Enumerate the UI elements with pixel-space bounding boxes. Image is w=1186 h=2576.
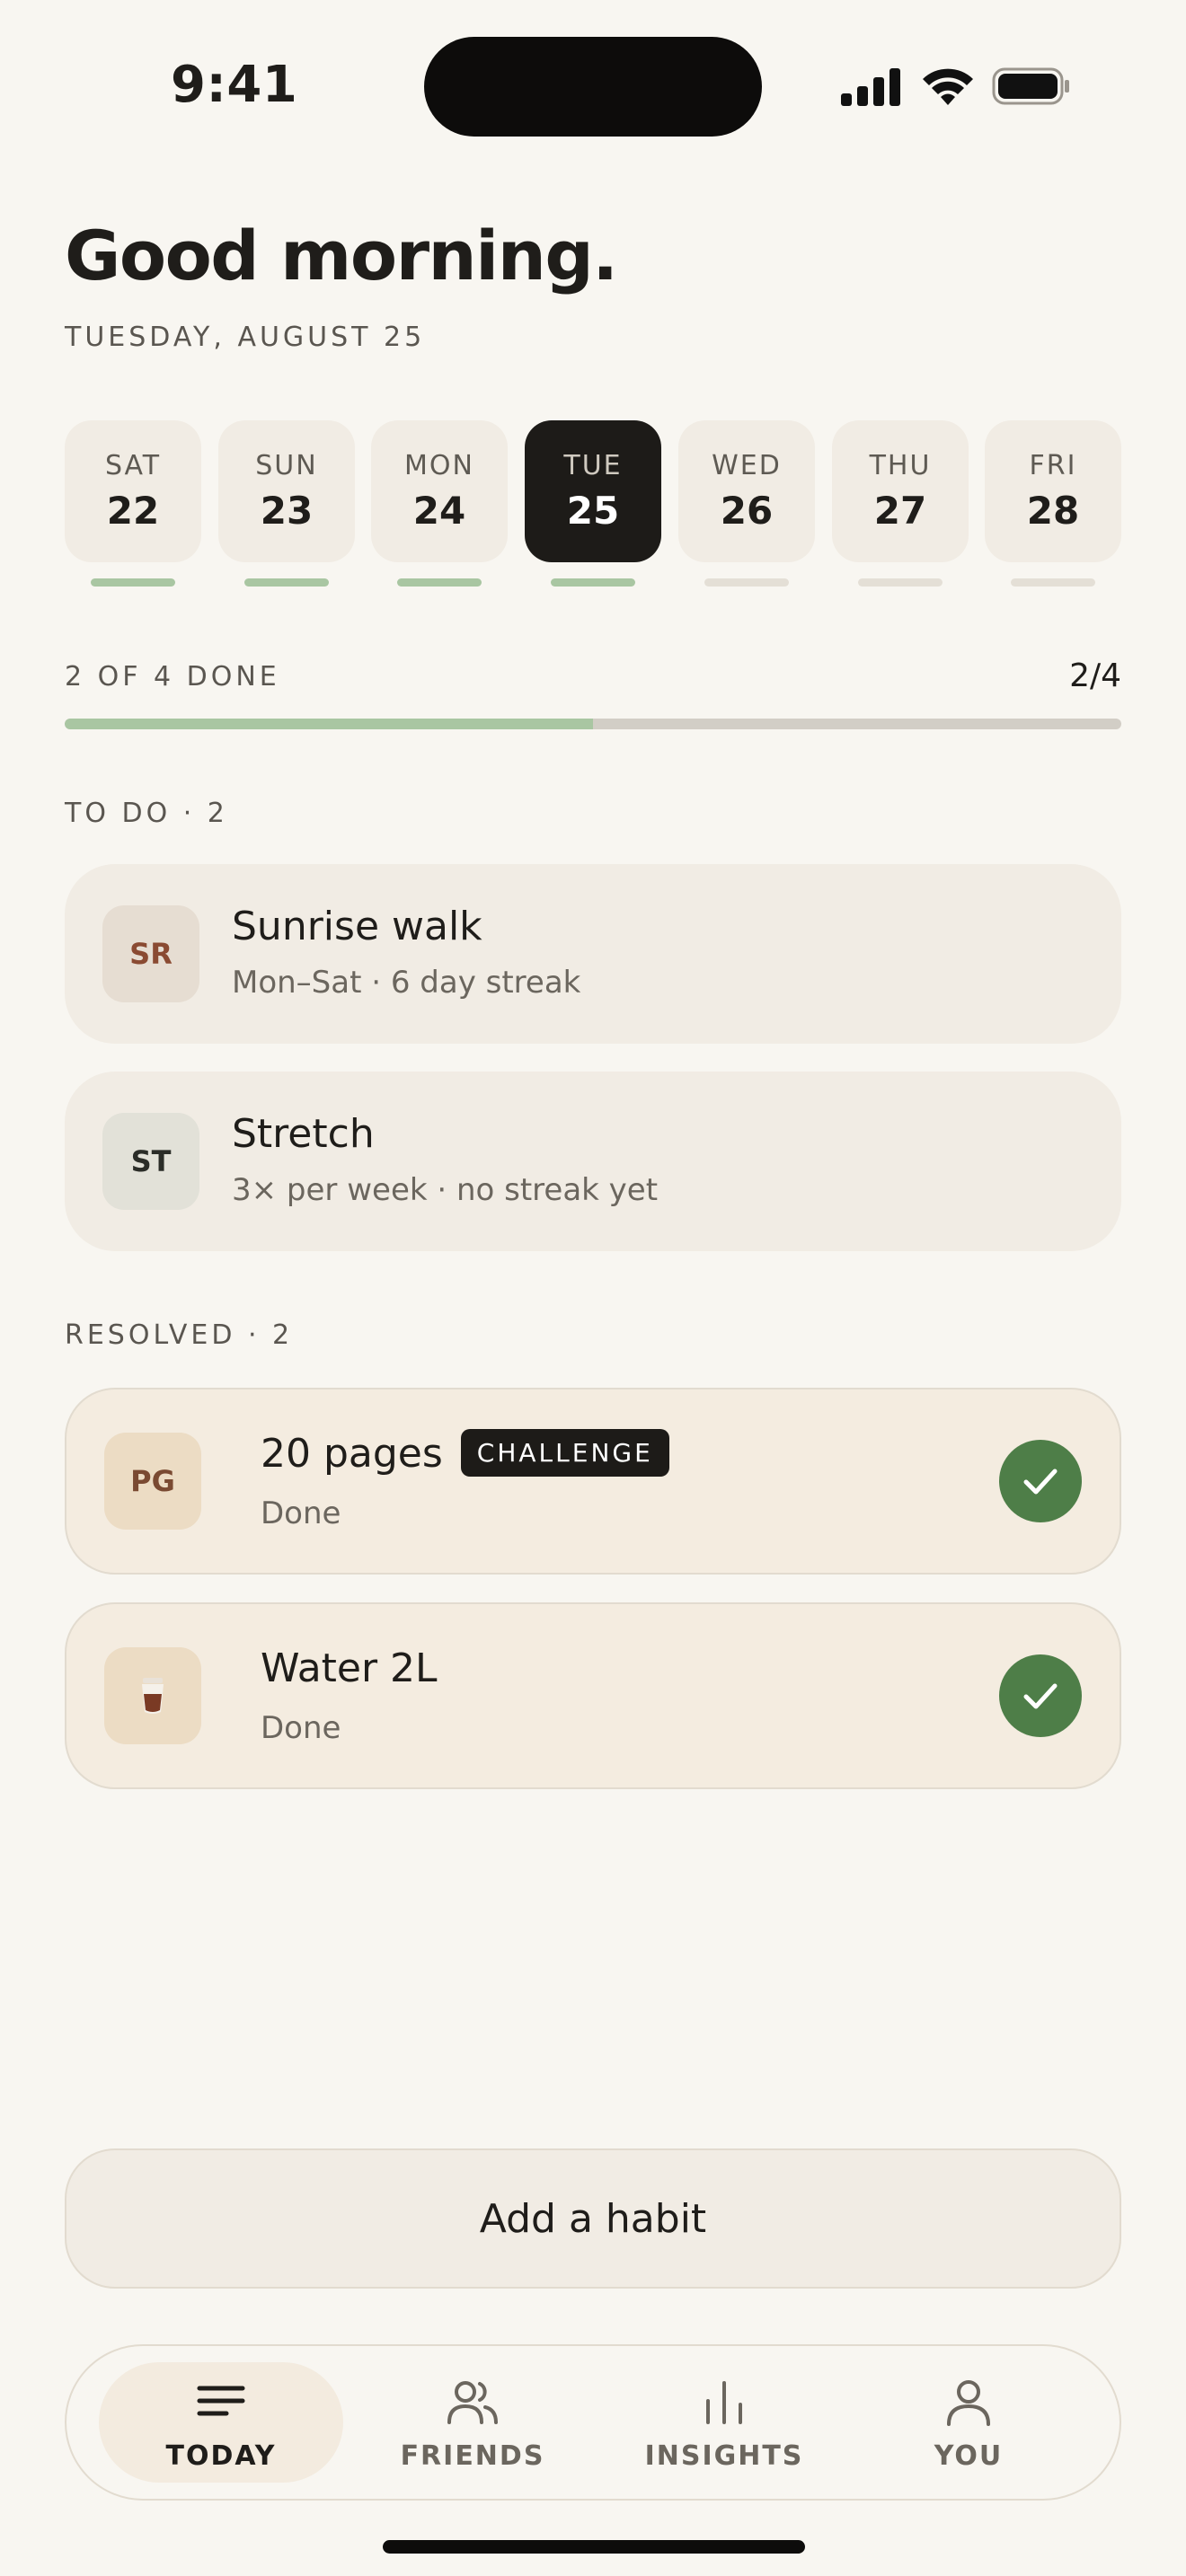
day-name: SUN bbox=[255, 450, 318, 481]
progress-label: 2 OF 4 DONE bbox=[65, 661, 280, 693]
day-number: 23 bbox=[260, 489, 314, 533]
habit-title: Sunrise walk bbox=[232, 904, 482, 949]
tab-you[interactable]: YOU bbox=[846, 2362, 1091, 2483]
day-thu[interactable]: THU 27 bbox=[832, 420, 969, 562]
day-tue[interactable]: TUE 25 bbox=[525, 420, 661, 562]
day-name: MON bbox=[404, 450, 474, 481]
day-sun[interactable]: SUN 23 bbox=[218, 420, 355, 562]
habit-title-row: 20 pages CHALLENGE bbox=[261, 1428, 669, 1480]
habit-title: Water 2L bbox=[261, 1645, 438, 1691]
habit-title: 20 pages bbox=[261, 1431, 443, 1477]
day-wed[interactable]: WED 26 bbox=[678, 420, 815, 562]
habit-status: Done bbox=[261, 1495, 341, 1531]
day-number: 24 bbox=[412, 489, 466, 533]
wifi-icon bbox=[923, 68, 973, 105]
list-icon bbox=[197, 2386, 245, 2415]
day-completion-bar bbox=[858, 578, 943, 587]
cellular-signal-icon bbox=[841, 66, 902, 106]
progress-bar-fill bbox=[65, 719, 593, 729]
tab-label: TODAY bbox=[165, 2439, 277, 2472]
day-completion-bar bbox=[91, 578, 175, 587]
habit-initials-badge: ST bbox=[102, 1113, 199, 1210]
checkmark-icon bbox=[1023, 1683, 1058, 1709]
done-check-button[interactable] bbox=[999, 1654, 1082, 1737]
day-name: WED bbox=[712, 450, 782, 481]
current-date: TUESDAY, AUGUST 25 bbox=[65, 322, 426, 353]
habit-title: Stretch bbox=[232, 1111, 375, 1157]
day-name: TUE bbox=[563, 450, 623, 481]
day-mon[interactable]: MON 24 bbox=[371, 420, 508, 562]
progress-count: 2/4 bbox=[1069, 657, 1121, 694]
add-habit-button[interactable]: Add a habit bbox=[65, 2148, 1121, 2289]
dynamic-island bbox=[424, 37, 762, 137]
habit-status: Done bbox=[261, 1710, 341, 1746]
tab-label: FRIENDS bbox=[400, 2439, 545, 2472]
habit-card-water-2l[interactable]: Water 2L Done bbox=[65, 1602, 1121, 1789]
bars-icon bbox=[706, 2380, 742, 2424]
habit-subtitle: 3× per week · no streak yet bbox=[232, 1172, 659, 1208]
progress-bar bbox=[65, 719, 1121, 729]
tab-label: INSIGHTS bbox=[644, 2439, 804, 2472]
tab-today[interactable]: TODAY bbox=[99, 2362, 343, 2483]
day-completion-bar bbox=[244, 578, 329, 587]
day-name: THU bbox=[869, 450, 932, 481]
home-indicator bbox=[383, 2540, 805, 2554]
day-number: 26 bbox=[720, 489, 774, 533]
done-check-button[interactable] bbox=[999, 1440, 1082, 1522]
habit-subtitle: Mon–Sat · 6 day streak bbox=[232, 965, 581, 1001]
people-icon bbox=[447, 2380, 498, 2424]
habit-initials-badge: PG bbox=[104, 1433, 201, 1530]
tab-friends[interactable]: FRIENDS bbox=[350, 2362, 595, 2483]
coffee-cup-icon bbox=[142, 1678, 164, 1714]
day-name: FRI bbox=[1029, 450, 1077, 481]
habit-card-stretch[interactable]: ST Stretch 3× per week · no streak yet bbox=[65, 1072, 1121, 1251]
resolved-section-label: RESOLVED · 2 bbox=[65, 1319, 294, 1351]
checkmark-icon bbox=[1023, 1469, 1058, 1495]
tab-bar: TODAY FRIENDS INSIGHTS YOU bbox=[65, 2344, 1121, 2501]
day-completion-bar bbox=[551, 578, 635, 587]
challenge-chip: CHALLENGE bbox=[460, 1428, 669, 1477]
day-completion-bar bbox=[397, 578, 482, 587]
person-icon bbox=[947, 2379, 990, 2426]
day-number: 25 bbox=[566, 489, 620, 533]
page-title: Good morning. bbox=[65, 216, 618, 296]
status-time: 9:41 bbox=[171, 56, 298, 114]
tab-label: YOU bbox=[934, 2439, 1004, 2472]
day-number: 27 bbox=[873, 489, 927, 533]
day-name: SAT bbox=[104, 450, 162, 481]
day-sat[interactable]: SAT 22 bbox=[65, 420, 201, 562]
todo-section-label: TO DO · 2 bbox=[65, 798, 228, 829]
battery-icon bbox=[992, 67, 1069, 105]
habit-card-sunrise-walk[interactable]: SR Sunrise walk Mon–Sat · 6 day streak bbox=[65, 864, 1121, 1044]
day-number: 28 bbox=[1026, 489, 1080, 533]
habit-icon-badge bbox=[104, 1647, 201, 1744]
habit-initials-badge: SR bbox=[102, 905, 199, 1002]
habit-card-20-pages[interactable]: PG 20 pages CHALLENGE Done bbox=[65, 1388, 1121, 1575]
day-number: 22 bbox=[106, 489, 160, 533]
day-completion-bar bbox=[1011, 578, 1095, 587]
day-fri[interactable]: FRI 28 bbox=[985, 420, 1121, 562]
tab-insights[interactable]: INSIGHTS bbox=[602, 2362, 846, 2483]
day-completion-bar bbox=[704, 578, 789, 587]
